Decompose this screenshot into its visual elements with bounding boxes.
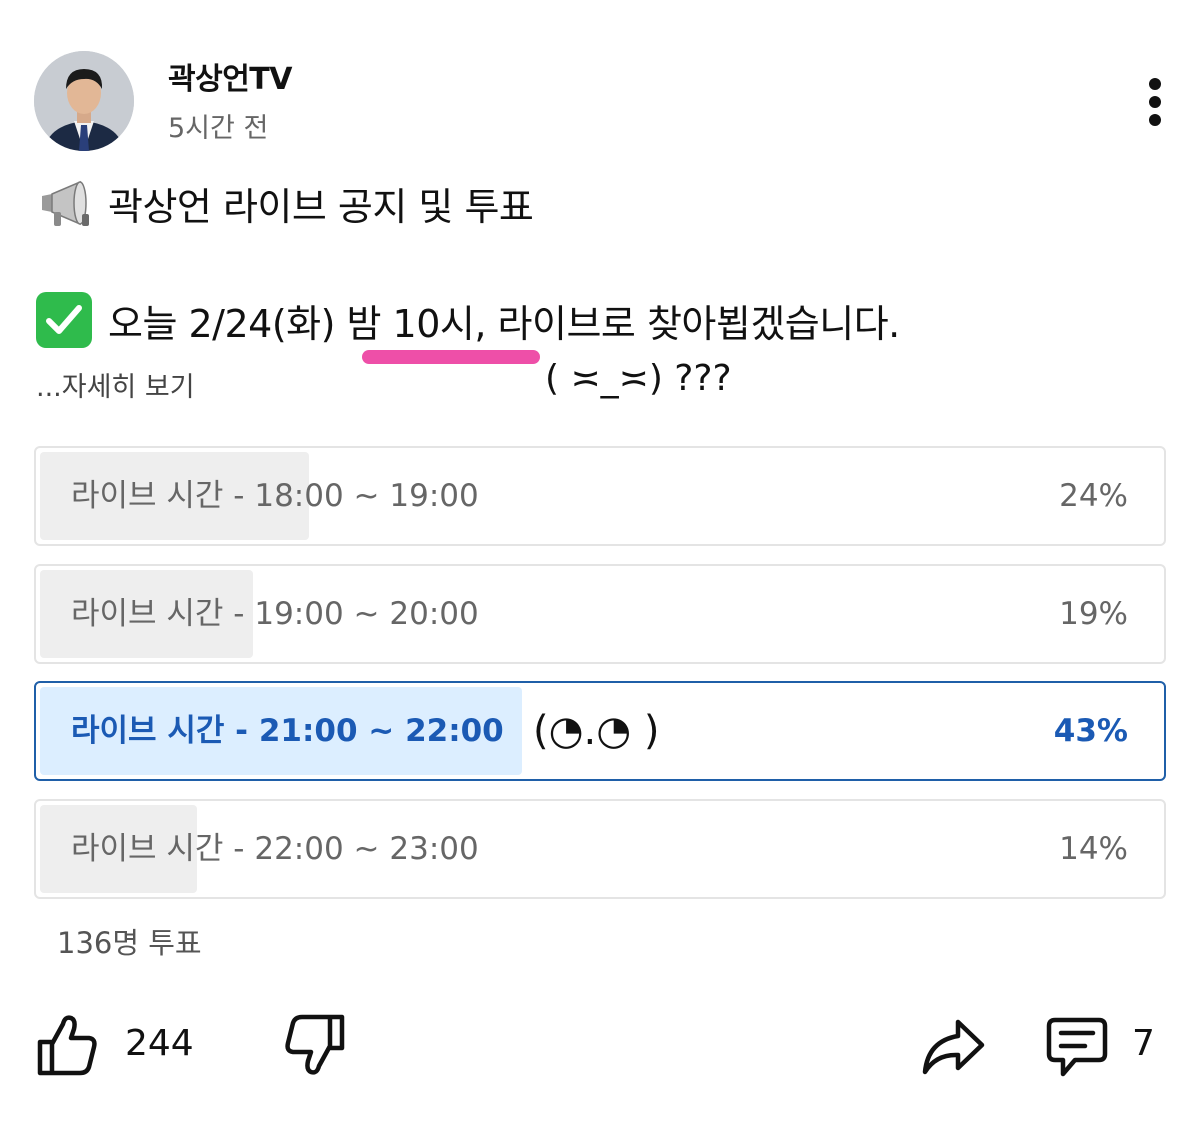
total-votes: 136명 투표 (57, 926, 202, 960)
share-button[interactable] (920, 1016, 986, 1080)
like-button[interactable] (36, 1012, 98, 1082)
megaphone-icon (42, 180, 89, 226)
poll-option-percent: 19% (1059, 596, 1128, 632)
poll-option-22-23[interactable]: 라이브 시간 - 22:00 ~ 23:00 14% (34, 799, 1166, 899)
more-options-icon[interactable] (1136, 72, 1176, 132)
channel-name[interactable]: 곽상언TV (168, 54, 292, 98)
poll-option-label: 라이브 시간 - 19:00 ~ 20:00 (71, 596, 479, 632)
share-icon (922, 1019, 985, 1075)
poll-option-percent: 14% (1059, 831, 1128, 867)
poll-option-18-19[interactable]: 라이브 시간 - 18:00 ~ 19:00 24% (34, 446, 1166, 546)
like-count: 244 (125, 1023, 194, 1064)
thumbs-up-icon (37, 1015, 97, 1076)
poll-option-percent: 24% (1059, 478, 1128, 514)
dislike-button[interactable] (284, 1012, 346, 1082)
poll-option-label: 라이브 시간 - 18:00 ~ 19:00 (71, 478, 479, 514)
see-more-link[interactable]: ...자세히 보기 (36, 365, 195, 404)
check-mark-icon (36, 292, 92, 348)
post-timestamp: 5시간 전 (168, 113, 269, 144)
selected-annotation-face: (◔.◔ ) (533, 708, 660, 754)
avatar[interactable] (34, 51, 134, 151)
poll-option-19-20[interactable]: 라이브 시간 - 19:00 ~ 20:00 19% (34, 564, 1166, 664)
announcement: 오늘 2/24(화) 밤 10시, 라이브로 찾아뵙겠습니다. (36, 292, 900, 348)
poll-option-label: 라이브 시간 - 22:00 ~ 23:00 (71, 831, 479, 867)
comment-button[interactable] (1045, 1016, 1109, 1082)
poll-option-percent: 43% (1053, 713, 1128, 749)
headline-text: 곽상언 라이브 공지 및 투표 (108, 185, 534, 229)
poll-option-label: 라이브 시간 - 21:00 ~ 22:00 (71, 713, 504, 749)
poll-option-21-22[interactable]: 라이브 시간 - 21:00 ~ 22:00 (◔.◔ ) 43% (34, 681, 1166, 781)
comment-icon (1046, 1017, 1108, 1077)
post-headline: 곽상언 라이브 공지 및 투표 (36, 176, 534, 231)
thumbs-down-icon (285, 1014, 345, 1075)
highlight-underline (362, 350, 540, 364)
annotation-face: ( ≍_≍) ??? (545, 358, 732, 399)
comment-count: 7 (1132, 1023, 1155, 1064)
announcement-text: 오늘 2/24(화) 밤 10시, 라이브로 찾아뵙겠습니다. (108, 301, 900, 346)
